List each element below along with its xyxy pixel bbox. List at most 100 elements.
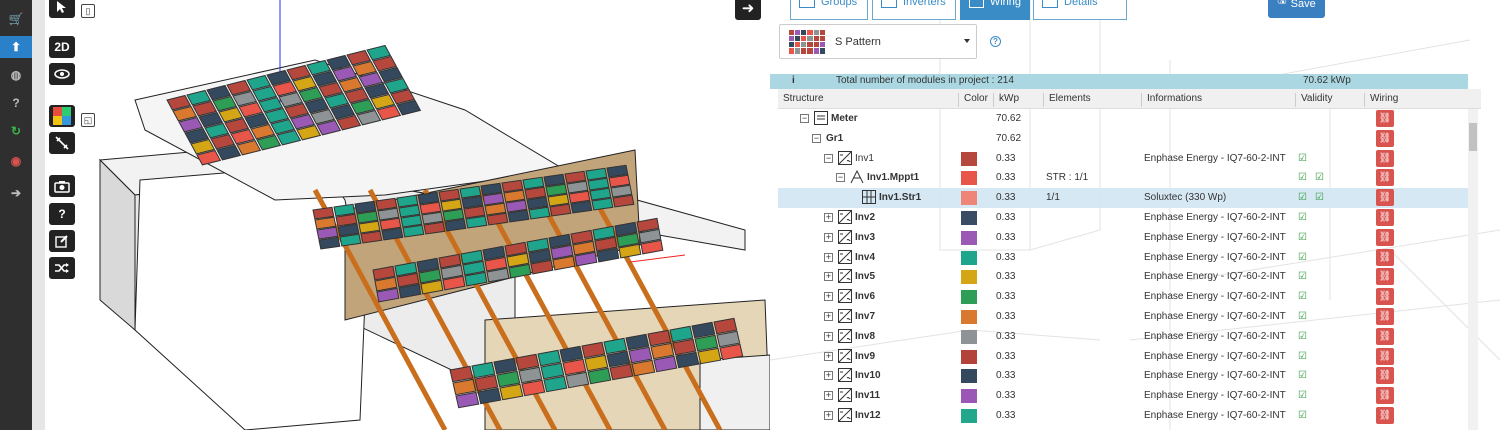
table-row[interactable]: + Inv7 0.33 Enphase Energy - IQ7-60-2-INT ☑ ⛓ bbox=[778, 307, 1468, 327]
col-color[interactable]: Color bbox=[958, 93, 988, 107]
screenshot-button[interactable] bbox=[49, 175, 75, 197]
row-kwp: 0.33 bbox=[996, 350, 1016, 362]
color-swatch[interactable] bbox=[961, 310, 977, 324]
wiring-button[interactable]: ⛓ bbox=[1376, 110, 1394, 127]
table-row[interactable]: + Inv8 0.33 Enphase Energy - IQ7-60-2-INT ☑ ⛓ bbox=[778, 327, 1468, 347]
question-icon[interactable]: ? bbox=[990, 36, 1001, 47]
col-elements[interactable]: Elements bbox=[1043, 93, 1091, 107]
select-tool-button[interactable] bbox=[49, 0, 75, 18]
color-swatch[interactable] bbox=[961, 349, 977, 364]
table-row[interactable]: + Inv9 0.33 Enphase Energy - IQ7-60-2-INT ☑ ⛓ bbox=[778, 347, 1468, 367]
wiring-button[interactable]: ⛓ bbox=[1376, 327, 1394, 345]
scrollbar[interactable] bbox=[1468, 109, 1478, 430]
collapse-panel-button[interactable]: ➜ bbox=[735, 0, 761, 20]
tab-details[interactable]: Details bbox=[1033, 0, 1127, 20]
color-swatch[interactable] bbox=[961, 151, 977, 166]
expand-icon[interactable]: + bbox=[824, 351, 833, 361]
wiring-button[interactable]: ⛓ bbox=[1376, 169, 1394, 187]
color-swatch[interactable] bbox=[961, 270, 977, 285]
wiring-button[interactable]: ⛓ bbox=[1376, 367, 1394, 385]
color-swatch[interactable] bbox=[961, 250, 977, 265]
wiring-button[interactable]: ⛓ bbox=[1376, 268, 1394, 286]
wiring-button[interactable]: ⛓ bbox=[1376, 228, 1394, 246]
table-row[interactable]: + Inv11 0.33 Enphase Energy - IQ7-60-2-INT ☑… bbox=[778, 386, 1468, 406]
color-swatch[interactable] bbox=[961, 171, 977, 186]
collapse-icon[interactable]: − bbox=[824, 153, 833, 163]
wiring-button[interactable]: ⛓ bbox=[1376, 189, 1394, 207]
expand-icon[interactable]: + bbox=[824, 232, 833, 242]
table-row[interactable]: Inv1.Str1 0.33 1/1 Soluxtec (330 Wp) ☑ ☑ ⛓ bbox=[778, 188, 1468, 209]
row-info: Enphase Energy - IQ7-60-2-INT bbox=[1144, 291, 1286, 303]
3d-scene[interactable] bbox=[45, 0, 770, 430]
color-swatch[interactable] bbox=[961, 409, 977, 423]
help-button[interactable]: ? bbox=[49, 203, 75, 225]
table-row[interactable]: − Inv1.Mppt1 0.33 STR : 1/1 ☑ ☑ ⛓ bbox=[778, 168, 1468, 188]
table-row[interactable]: + Inv2 0.33 Enphase Energy - IQ7-60-2-INT ☑ ⛓ bbox=[778, 208, 1468, 228]
scrollbar-thumb[interactable] bbox=[1469, 123, 1477, 151]
table-row[interactable]: + Inv3 0.33 Enphase Energy - IQ7-60-2-INT ☑ ⛓ bbox=[778, 228, 1468, 248]
tab-inverters[interactable]: Inverters bbox=[872, 0, 956, 20]
table-row[interactable]: + Inv4 0.33 Enphase Energy - IQ7-60-2-INT ☑ ⛓ bbox=[778, 248, 1468, 268]
mobile-icon[interactable]: ▯ bbox=[81, 4, 95, 18]
table-row[interactable]: + Inv6 0.33 Enphase Energy - IQ7-60-2-INT ☑ ⛓ bbox=[778, 287, 1468, 307]
wiring-button[interactable]: ⛓ bbox=[1376, 129, 1394, 147]
col-validity[interactable]: Validity bbox=[1295, 93, 1333, 107]
collapse-icon[interactable]: − bbox=[836, 173, 845, 183]
3d-viewport[interactable]: ▯ 2D ◱ ? ➜ bbox=[45, 0, 770, 430]
pattern-select[interactable]: S Pattern bbox=[779, 24, 977, 59]
color-swatch[interactable] bbox=[961, 211, 977, 225]
wiring-button[interactable]: ⛓ bbox=[1376, 288, 1394, 306]
wiring-button[interactable]: ⛓ bbox=[1376, 308, 1394, 325]
sidebar-button-arrow-right-circle[interactable]: ➔ bbox=[4, 182, 28, 204]
tab-wiring[interactable]: Wiring bbox=[960, 0, 1030, 20]
expand-icon[interactable]: + bbox=[824, 312, 833, 321]
edit-button[interactable] bbox=[49, 230, 75, 252]
sidebar-button-cart[interactable]: 🛒 bbox=[4, 8, 28, 30]
expand-icon[interactable]: + bbox=[824, 371, 833, 381]
color-swatch[interactable] bbox=[961, 230, 977, 245]
sidebar-button-refresh[interactable]: ↻ bbox=[4, 120, 28, 142]
wiring-button[interactable]: ⛓ bbox=[1376, 248, 1394, 266]
col-structure[interactable]: Structure bbox=[778, 93, 824, 107]
wiring-button[interactable]: ⛓ bbox=[1376, 209, 1394, 226]
expand-icon[interactable]: + bbox=[824, 252, 833, 262]
expand-icon[interactable]: + bbox=[824, 331, 833, 341]
sidebar-button-sketchup[interactable]: ◉ bbox=[4, 150, 28, 172]
table-row[interactable]: − Inv1 0.33 Enphase Energy - IQ7-60-2-INT ☑ ⛓ bbox=[778, 149, 1468, 169]
color-swatch[interactable] bbox=[961, 369, 977, 384]
sidebar-button-help[interactable]: ? bbox=[4, 92, 28, 114]
col-kwp[interactable]: kWp bbox=[993, 93, 1019, 107]
table-row[interactable]: − Gr1 70.62 ⛓ bbox=[778, 129, 1468, 149]
table-row[interactable]: + Inv10 0.33 Enphase Energy - IQ7-60-2-INT ☑… bbox=[778, 366, 1468, 386]
expand-icon[interactable]: + bbox=[824, 411, 833, 420]
layout-icon[interactable]: ◱ bbox=[81, 113, 95, 127]
collapse-icon[interactable]: − bbox=[800, 114, 809, 123]
color-swatch[interactable] bbox=[961, 329, 977, 344]
color-swatch[interactable] bbox=[961, 389, 977, 404]
unwire-button[interactable] bbox=[49, 132, 75, 154]
expand-icon[interactable]: + bbox=[824, 272, 833, 282]
tab-groups[interactable]: Groups bbox=[790, 0, 868, 20]
col-wiring[interactable]: Wiring bbox=[1364, 93, 1398, 107]
module-colors-button[interactable] bbox=[49, 105, 75, 127]
color-swatch[interactable] bbox=[961, 191, 977, 206]
wiring-button[interactable]: ⛓ bbox=[1376, 387, 1394, 405]
expand-icon[interactable]: + bbox=[824, 292, 833, 302]
sidebar-button-upload[interactable]: ⬆ bbox=[0, 36, 32, 58]
visibility-button[interactable] bbox=[49, 63, 75, 85]
table-row[interactable]: + Inv5 0.33 Enphase Energy - IQ7-60-2-INT ☑ ⛓ bbox=[778, 267, 1468, 287]
collapse-icon[interactable]: − bbox=[812, 133, 821, 143]
expand-icon[interactable]: + bbox=[824, 391, 833, 401]
shuffle-button[interactable] bbox=[49, 257, 75, 279]
col-informations[interactable]: Informations bbox=[1141, 93, 1202, 107]
wiring-button[interactable]: ⛓ bbox=[1376, 347, 1394, 365]
mode-2d-button[interactable]: 2D bbox=[49, 36, 75, 58]
save-button[interactable]: 🖫 Save bbox=[1268, 0, 1325, 18]
wiring-button[interactable]: ⛓ bbox=[1376, 407, 1394, 424]
expand-icon[interactable]: + bbox=[824, 213, 833, 222]
sidebar-button-globe[interactable]: ◍ bbox=[4, 64, 28, 86]
color-swatch[interactable] bbox=[961, 290, 977, 305]
table-row[interactable]: − Meter 70.62 ⛓ bbox=[778, 109, 1468, 129]
wiring-button[interactable]: ⛓ bbox=[1376, 149, 1394, 167]
table-row[interactable]: + Inv12 0.33 Enphase Energy - IQ7-60-2-INT ☑… bbox=[778, 406, 1468, 426]
